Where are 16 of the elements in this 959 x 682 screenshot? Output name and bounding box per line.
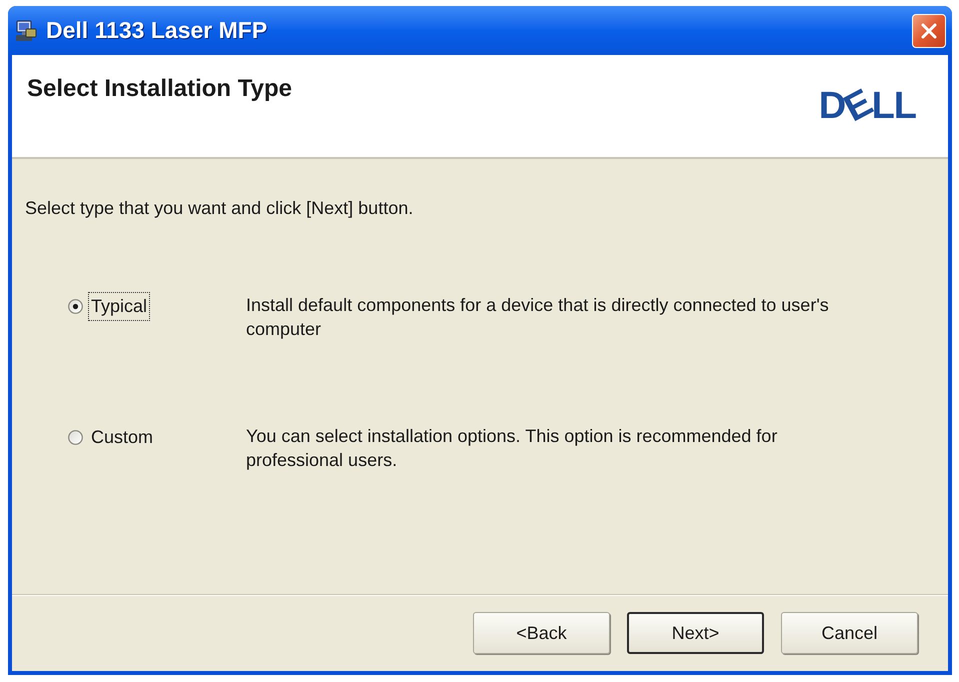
dialog-button[interactable]: Next> [627, 612, 764, 654]
page-heading: Select Installation Type [27, 74, 292, 104]
logo: DELL [818, 87, 916, 125]
radio-label[interactable]: Custom [88, 423, 156, 452]
instruction-text: Select type that you want and click [Next] button. [25, 197, 414, 220]
radio-button[interactable] [68, 299, 83, 314]
option-description: Install default components for a device that is directly connected to user's computer [246, 294, 830, 341]
dialog-button[interactable]: Cancel [781, 612, 918, 654]
dialog-button[interactable]: <Back [473, 612, 610, 654]
computer-icon [14, 18, 38, 42]
window-title: Dell 1133 Laser MFP [46, 16, 268, 46]
option-description: You can select installation options. This option is recommended for professional users. [246, 425, 778, 472]
close-icon [920, 22, 938, 40]
radio-button[interactable] [68, 430, 83, 445]
radio-label[interactable]: Typical [88, 292, 150, 321]
close-button[interactable] [912, 14, 946, 48]
